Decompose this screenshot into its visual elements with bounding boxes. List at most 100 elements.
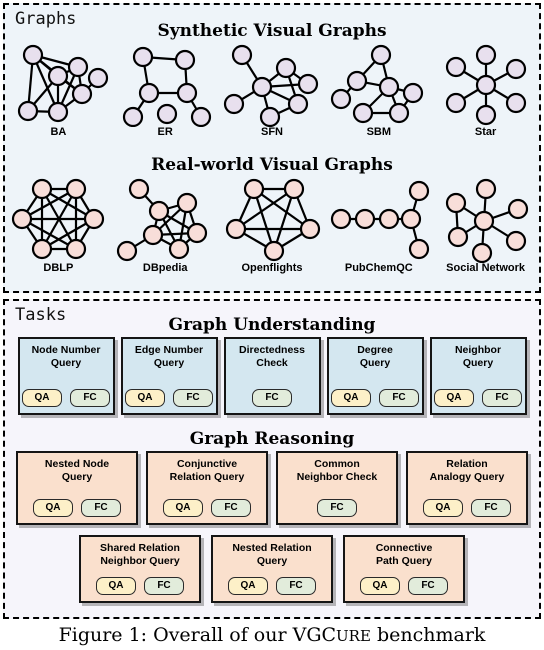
task-card-badges: QA FC bbox=[96, 577, 184, 595]
badge-fc[interactable]: FC bbox=[70, 389, 110, 407]
synthetic-graphs-row: BA ER SFN SBM Star bbox=[5, 41, 539, 138]
badge-qa[interactable]: QA bbox=[423, 499, 463, 517]
task-card-title: Edge Number Query bbox=[134, 344, 204, 369]
task-card-title: Common Neighbor Check bbox=[296, 458, 378, 483]
task-card-neighbor-query[interactable]: Neighbor Query QA FC bbox=[429, 337, 527, 415]
task-card-title: Nested Node Query bbox=[44, 458, 110, 483]
task-card-node-number-query[interactable]: Node Number Query QA FC bbox=[17, 337, 115, 415]
task-card-edge-number-query[interactable]: Edge Number Query QA FC bbox=[120, 337, 218, 415]
graph-label-social-network: Social Network bbox=[446, 262, 526, 274]
graph-label-dblp: DBLP bbox=[43, 262, 74, 274]
graph-image-dbpedia bbox=[117, 178, 208, 262]
figure-caption: Figure 1: Overall of our VGCURE benchmar… bbox=[0, 624, 544, 646]
graph-reasoning-cards-row1: Nested Node Query QA FC Conjunctive Relatio… bbox=[11, 451, 533, 525]
graph-image-social-network bbox=[445, 178, 528, 263]
synthetic-graphs-title: Synthetic Visual Graphs bbox=[157, 21, 387, 41]
badge-fc[interactable]: FC bbox=[317, 499, 357, 517]
task-card-badges: QA FC bbox=[125, 389, 213, 407]
badge-fc[interactable]: FC bbox=[144, 577, 184, 595]
realworld-graphs-row: DBLP DBpedia Openflights PubChemQC Socia… bbox=[5, 175, 539, 274]
caption-suffix: benchmark bbox=[370, 624, 486, 646]
graph-reasoning-cards-row2: Shared Relation Neighbor Query QA FC Nested… bbox=[11, 535, 533, 603]
task-card-title: Conjunctive Relation Query bbox=[169, 458, 245, 483]
task-card-badges: QA FC bbox=[163, 499, 251, 517]
badge-fc[interactable]: FC bbox=[482, 389, 522, 407]
caption-prefix: Figure 1: Overall of our bbox=[58, 624, 293, 646]
badge-fc[interactable]: FC bbox=[379, 389, 419, 407]
graph-label-sfn: SFN bbox=[260, 126, 283, 138]
task-card-title: Shared Relation Neighbor Query bbox=[100, 542, 180, 567]
task-card-directedness-check[interactable]: Directedness Check FC bbox=[223, 337, 321, 415]
caption-benchmark-name: VGC bbox=[292, 624, 337, 646]
tasks-panel: Tasks Graph Understanding Node Number Qu… bbox=[3, 299, 541, 619]
task-card-degree-query[interactable]: Degree Query QA FC bbox=[326, 337, 424, 415]
figure-root: Graphs Synthetic Visual Graphs BA ER SFN… bbox=[0, 0, 544, 650]
graph-label-sbm: SBM bbox=[366, 126, 392, 138]
graph-cell-sfn: SFN bbox=[219, 41, 326, 138]
badge-qa[interactable]: QA bbox=[33, 499, 73, 517]
badge-qa[interactable]: QA bbox=[22, 389, 62, 407]
graph-label-er: ER bbox=[157, 126, 173, 138]
task-card-shared-relation-neighbor-query[interactable]: Shared Relation Neighbor Query QA FC bbox=[79, 535, 201, 603]
task-card-title: Degree Query bbox=[357, 344, 393, 369]
graph-cell-social-network: Social Network bbox=[432, 175, 539, 274]
task-card-badges: FC bbox=[252, 389, 292, 407]
graph-label-openflights: Openflights bbox=[241, 262, 303, 274]
badge-qa[interactable]: QA bbox=[360, 577, 400, 595]
graph-image-sfn bbox=[223, 44, 319, 127]
badge-fc[interactable]: FC bbox=[276, 577, 316, 595]
realworld-graphs-title: Real-world Visual Graphs bbox=[151, 155, 393, 175]
graph-image-openflights bbox=[225, 178, 321, 262]
task-card-title: Node Number Query bbox=[31, 344, 101, 369]
graph-label-ba: BA bbox=[50, 126, 67, 138]
task-card-badges: QA FC bbox=[228, 577, 316, 595]
task-card-badges: QA FC bbox=[331, 389, 419, 407]
graph-understanding-title: Graph Understanding bbox=[168, 315, 376, 335]
task-card-nested-node-query[interactable]: Nested Node Query QA FC bbox=[16, 451, 138, 525]
graph-reasoning-title: Graph Reasoning bbox=[189, 429, 355, 449]
badge-qa[interactable]: QA bbox=[163, 499, 203, 517]
task-card-title: Relation Analogy Query bbox=[429, 458, 505, 483]
badge-qa[interactable]: QA bbox=[228, 577, 268, 595]
graph-image-er bbox=[123, 46, 212, 127]
graph-label-dbpedia: DBpedia bbox=[142, 262, 188, 274]
badge-qa[interactable]: QA bbox=[331, 389, 371, 407]
graph-cell-dblp: DBLP bbox=[5, 175, 112, 274]
graph-label-pubchemqc: PubChemQC bbox=[344, 262, 413, 274]
task-card-nested-relation-query[interactable]: Nested Relation Query QA FC bbox=[211, 535, 333, 603]
graph-image-sbm bbox=[330, 44, 423, 124]
graph-cell-pubchemqc: PubChemQC bbox=[325, 175, 432, 274]
badge-fc[interactable]: FC bbox=[252, 389, 292, 407]
graph-cell-openflights: Openflights bbox=[219, 175, 326, 274]
task-card-relation-analogy-query[interactable]: Relation Analogy Query QA FC bbox=[406, 451, 528, 525]
graph-cell-ba: BA bbox=[5, 41, 112, 138]
badge-qa[interactable]: QA bbox=[125, 389, 165, 407]
graph-image-dblp bbox=[12, 178, 105, 260]
graph-cell-dbpedia: DBpedia bbox=[112, 175, 219, 274]
graphs-panel: Graphs Synthetic Visual Graphs BA ER SFN… bbox=[3, 3, 541, 293]
task-card-connective-path-query[interactable]: Connective Path Query QA FC bbox=[343, 535, 465, 603]
task-card-title: Neighbor Query bbox=[454, 344, 502, 369]
caption-benchmark-name-smallcaps: URE bbox=[336, 627, 371, 645]
task-card-badges: QA FC bbox=[33, 499, 121, 517]
graph-cell-sbm: SBM bbox=[325, 41, 432, 138]
badge-fc[interactable]: FC bbox=[211, 499, 251, 517]
task-card-common-neighbor-check[interactable]: Common Neighbor Check FC bbox=[276, 451, 398, 525]
task-card-badges: QA FC bbox=[423, 499, 511, 517]
task-card-badges: QA FC bbox=[22, 389, 110, 407]
task-card-badges: QA FC bbox=[360, 577, 448, 595]
badge-qa[interactable]: QA bbox=[434, 389, 474, 407]
badge-fc[interactable]: FC bbox=[81, 499, 121, 517]
badge-fc[interactable]: FC bbox=[408, 577, 448, 595]
task-card-conjunctive-relation-query[interactable]: Conjunctive Relation Query QA FC bbox=[146, 451, 268, 525]
badge-qa[interactable]: QA bbox=[96, 577, 136, 595]
graph-label-star: Star bbox=[474, 126, 497, 138]
badge-fc[interactable]: FC bbox=[471, 499, 511, 517]
task-card-badges: FC bbox=[317, 499, 357, 517]
task-card-title: Connective Path Query bbox=[375, 542, 433, 567]
graph-image-pubchemqc bbox=[330, 180, 429, 260]
task-card-title: Directedness Check bbox=[239, 344, 305, 369]
graph-cell-star: Star bbox=[432, 41, 539, 138]
badge-fc[interactable]: FC bbox=[173, 389, 213, 407]
graph-image-star bbox=[445, 44, 526, 126]
